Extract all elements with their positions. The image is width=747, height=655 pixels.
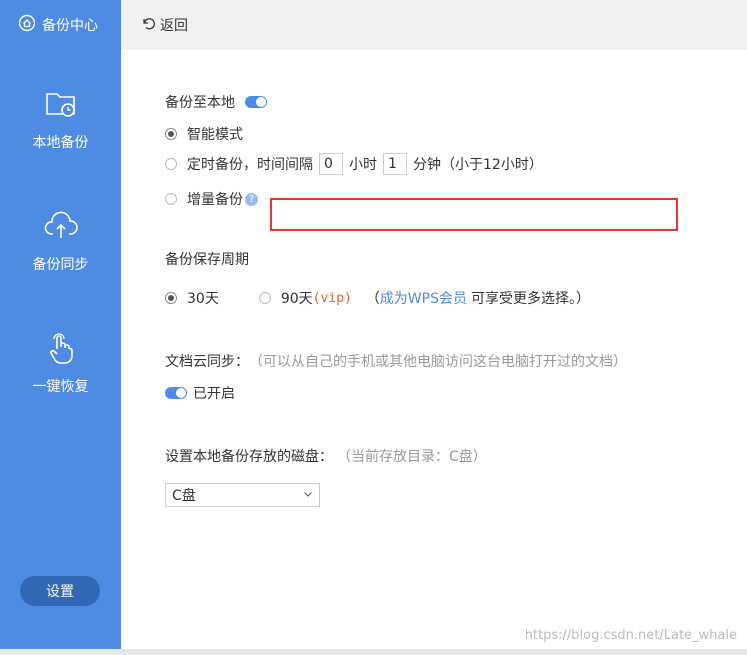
main-panel: 备份至本地 智能模式 定时备份，时间间隔 小时 分钟（小于12小时） 增量备份 … (121, 50, 747, 655)
cloud-sync-toggle[interactable] (165, 387, 187, 399)
minutes-input[interactable] (383, 153, 407, 175)
smart-mode-label: 智能模式 (187, 127, 243, 143)
hand-pointer-icon (43, 330, 79, 376)
cloud-upload-icon (43, 208, 79, 254)
member-suffix: 可享受更多选择。） (470, 291, 590, 307)
cloud-sync-status: 已开启 (193, 386, 235, 402)
cloud-sync-title: 文档云同步： (165, 354, 249, 370)
timed-backup-label: 定时备份，时间间隔 (187, 157, 313, 173)
timed-backup-option[interactable]: 定时备份，时间间隔 小时 分钟（小于12小时） (165, 153, 543, 175)
back-arrow-icon (141, 16, 155, 34)
disk-header: 设置本地备份存放的磁盘： （当前存放目录：C盘） (165, 446, 487, 466)
disk-select[interactable]: C盘 (165, 483, 320, 507)
sidebar-item-one-click-restore[interactable]: 一键恢复 (0, 330, 121, 396)
sidebar-item-label: 一键恢复 (32, 379, 89, 395)
minutes-unit: 分钟（小于12小时） (413, 157, 543, 173)
cloud-sync-status-row: 已开启 (165, 383, 235, 403)
incremental-backup-radio[interactable] (165, 193, 177, 205)
chevron-down-icon (303, 487, 313, 503)
disk-select-value: C盘 (172, 488, 196, 504)
sidebar-item-label: 本地备份 (32, 135, 89, 151)
folder-clock-icon (43, 86, 79, 132)
wps-member-link[interactable]: 成为WPS会员 (380, 288, 467, 308)
watermark: https://blog.csdn.net/Late_whale (524, 628, 737, 643)
retention-header: 备份保存周期 (165, 249, 249, 269)
brand-title: 备份中心 (42, 18, 98, 34)
brand: 备份中心 (0, 0, 121, 50)
retention-90-radio[interactable] (258, 292, 271, 304)
hours-unit: 小时 (349, 157, 377, 173)
smart-mode-radio[interactable] (165, 128, 177, 140)
disk-hint: （当前存放目录：C盘） (337, 449, 487, 465)
highlight-box (270, 198, 678, 231)
retention-30-label: 30天 (187, 291, 219, 307)
sidebar-item-label: 备份同步 (32, 257, 89, 273)
local-backup-toggle[interactable] (245, 96, 267, 108)
hours-input[interactable] (319, 153, 343, 175)
timed-backup-radio[interactable] (165, 158, 177, 170)
bottom-strip (0, 649, 747, 655)
smart-mode-option[interactable]: 智能模式 (165, 124, 243, 144)
settings-button[interactable]: 设置 (20, 576, 100, 606)
sidebar: 备份中心 本地备份 备份同步 一键恢复 设置 (0, 0, 121, 649)
back-button[interactable]: 返回 (141, 15, 188, 35)
local-backup-header: 备份至本地 (165, 92, 267, 112)
sidebar-item-backup-sync[interactable]: 备份同步 (0, 208, 121, 274)
cloud-sync-header: 文档云同步： （可以从自己的手机或其他电脑访问这台电脑打开过的文档） (165, 351, 627, 371)
incremental-backup-label: 增量备份 (187, 192, 243, 208)
sidebar-item-local-backup[interactable]: 本地备份 (0, 86, 121, 152)
cloud-sync-hint: （可以从自己的手机或其他电脑访问这台电脑打开过的文档） (249, 354, 627, 370)
local-backup-title: 备份至本地 (165, 95, 235, 111)
retention-title: 备份保存周期 (165, 252, 249, 268)
back-label: 返回 (160, 18, 188, 34)
home-icon (18, 14, 36, 36)
incremental-backup-option[interactable]: 增量备份 ? (165, 189, 258, 209)
retention-90-label: 90天 (280, 291, 313, 307)
vip-badge: (vip) (312, 290, 352, 306)
topbar: 返回 (121, 0, 747, 50)
retention-30-radio[interactable] (165, 292, 177, 304)
disk-title: 设置本地备份存放的磁盘： (165, 449, 333, 465)
member-paren: （ (365, 291, 380, 307)
disk-select-row: C盘 (165, 483, 320, 507)
help-icon[interactable]: ? (245, 192, 258, 206)
retention-options: 30天 90天 (vip) （ 成为WPS会员 可享受更多选择。） (165, 288, 590, 308)
